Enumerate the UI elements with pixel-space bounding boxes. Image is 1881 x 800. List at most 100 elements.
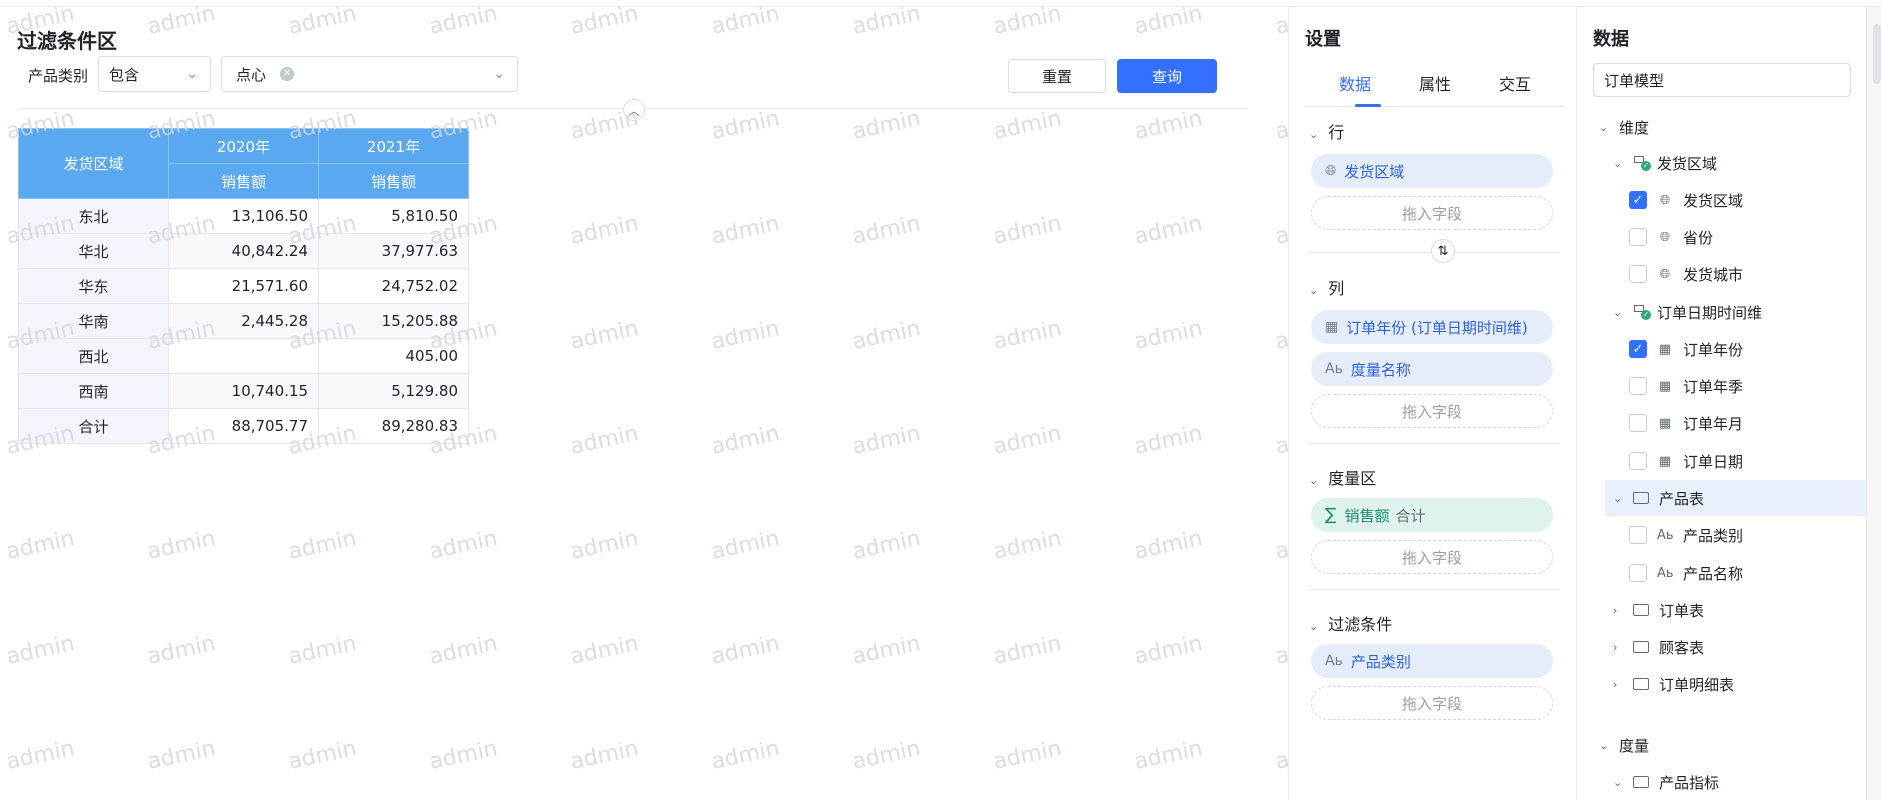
folder-icon [1633, 641, 1649, 653]
field-pill-column[interactable]: ▦ 订单年份 (订单日期时间维) [1311, 310, 1553, 344]
tree-item-label: 订单日期时间维 [1657, 303, 1763, 322]
value-cell[interactable]: 5,129.80 [318, 373, 469, 409]
chevron-down-icon: ⌄ [493, 66, 505, 82]
drop-zone-rows[interactable]: 拖入字段 [1311, 196, 1553, 230]
value-cell[interactable]: 37,977.63 [318, 233, 469, 269]
checkbox[interactable]: ✓ [1629, 191, 1647, 209]
operator-value: 包含 [109, 65, 140, 84]
field-pill-row[interactable]: 🌐︎ 发货区域 [1311, 154, 1553, 188]
drop-zone-columns[interactable]: 拖入字段 [1311, 394, 1553, 428]
value-cell[interactable] [168, 338, 319, 374]
checkbox[interactable] [1629, 452, 1647, 470]
value-cell[interactable]: 5,810.50 [318, 198, 469, 234]
tree-item[interactable]: 🌐︎ 省份 [1577, 219, 1867, 255]
date-icon: ▦ [1658, 415, 1672, 431]
table-row: 华北 40,842.24 37,977.63 [18, 233, 469, 269]
tree-item[interactable]: ▦ 订单年月 [1577, 405, 1867, 441]
chevron-right-icon: › [1613, 603, 1618, 617]
tree-item-label: 订单年季 [1683, 377, 1744, 396]
col-header-measure[interactable]: 销售额 [318, 163, 469, 199]
row-header-cell[interactable]: 合计 [18, 408, 169, 444]
field-pill-measure[interactable]: ∑ 销售额 合计 [1311, 498, 1553, 532]
row-header-cell[interactable]: 华东 [18, 268, 169, 304]
value-cell[interactable]: 24,752.02 [318, 268, 469, 304]
row-header-cell[interactable]: 西北 [18, 338, 169, 374]
value-multiselect[interactable]: 点心 ✕ ⌄ [221, 56, 518, 92]
tree-item[interactable]: › 订单表 [1577, 592, 1867, 628]
folder-icon [1633, 604, 1649, 616]
tree-item[interactable]: ⌄ 产品表 [1605, 480, 1867, 516]
chevron-down-icon: ⌄ [1309, 474, 1319, 487]
value-cell[interactable]: 40,842.24 [168, 233, 319, 269]
tab-properties[interactable]: 属性 [1419, 71, 1451, 95]
chevron-right-icon: › [1613, 640, 1618, 654]
scrollbar[interactable] [1866, 7, 1881, 800]
section-columns[interactable]: ⌄ 列 [1309, 275, 1344, 299]
value-cell[interactable]: 88,705.77 [168, 408, 319, 444]
tree-item[interactable]: 🌐︎ 发货城市 [1577, 256, 1867, 292]
active-tab-indicator [1355, 104, 1381, 107]
model-select[interactable]: 订单模型 [1593, 63, 1851, 97]
reset-button[interactable]: 重置 [1008, 59, 1106, 93]
col-header-year[interactable]: 2021年 [318, 128, 469, 164]
tree-item-label: 订单年份 [1683, 340, 1744, 359]
field-pill-column[interactable]: Aь 度量名称 [1311, 352, 1553, 386]
tree-folder-product-metrics[interactable]: ⌄ 产品指标 [1577, 764, 1867, 800]
folder-icon [1633, 678, 1649, 690]
value-cell[interactable]: 405.00 [318, 338, 469, 374]
tree-item[interactable]: ⌄ 发货区域 [1577, 145, 1867, 181]
row-header[interactable]: 发货区域 [18, 128, 169, 199]
tree-item[interactable]: ✓ ▦ 订单年份 [1577, 331, 1867, 367]
field-pill-label: 度量名称 [1350, 360, 1411, 379]
section-measures-label: 度量区 [1328, 469, 1377, 488]
value-cell[interactable]: 89,280.83 [318, 408, 469, 444]
chevron-down-icon: ⌄ [1613, 156, 1623, 170]
value-cell[interactable]: 21,571.60 [168, 268, 319, 304]
row-header-cell[interactable]: 东北 [18, 198, 169, 234]
tree-item[interactable]: ⌄ 订单日期时间维 [1577, 294, 1867, 330]
tree-item[interactable]: Aь 产品名称 [1577, 555, 1867, 591]
tree-item[interactable]: ▦ 订单日期 [1577, 443, 1867, 479]
chevron-down-icon: ⌄ [1599, 738, 1609, 752]
value-cell[interactable]: 2,445.28 [168, 303, 319, 339]
chevron-down-icon: ⌄ [1613, 775, 1623, 789]
tree-group-dimensions[interactable]: ⌄ 维度 [1577, 109, 1867, 145]
field-pill-filter[interactable]: Aь 产品类别 [1311, 644, 1553, 678]
drop-zone-filters[interactable]: 拖入字段 [1311, 686, 1553, 720]
row-header-cell[interactable]: 西南 [18, 373, 169, 409]
checkbox[interactable] [1629, 228, 1647, 246]
tab-interaction[interactable]: 交互 [1499, 71, 1531, 95]
checkbox[interactable] [1629, 564, 1647, 582]
tree-item[interactable]: ✓ 🌐︎ 发货区域 [1577, 182, 1867, 218]
tree-item[interactable]: › 订单明细表 [1577, 666, 1867, 702]
section-divider [1309, 589, 1559, 590]
tree-item-label: 产品名称 [1683, 564, 1744, 583]
section-rows[interactable]: ⌄ 行 [1309, 119, 1344, 143]
tree-item[interactable]: › 顾客表 [1577, 629, 1867, 665]
query-button[interactable]: 查询 [1117, 59, 1217, 93]
drop-zone-measures[interactable]: 拖入字段 [1311, 540, 1553, 574]
row-header-cell[interactable]: 华北 [18, 233, 169, 269]
collapse-icon[interactable]: ︿ [623, 99, 645, 121]
row-header-cell[interactable]: 华南 [18, 303, 169, 339]
operator-select[interactable]: 包含 ⌄ [98, 56, 211, 92]
checkbox[interactable] [1629, 414, 1647, 432]
scrollbar-thumb[interactable] [1873, 24, 1881, 84]
tab-data[interactable]: 数据 [1339, 71, 1371, 95]
value-cell[interactable]: 15,205.88 [318, 303, 469, 339]
section-filters[interactable]: ⌄ 过滤条件 [1309, 611, 1392, 635]
clear-tag-icon[interactable]: ✕ [280, 67, 295, 81]
tree-item[interactable]: ▦ 订单年季 [1577, 368, 1867, 404]
col-header-measure[interactable]: 销售额 [168, 163, 319, 199]
swap-rows-columns-icon[interactable]: ⇅ [1431, 239, 1455, 263]
checkbox[interactable] [1629, 265, 1647, 283]
col-header-year[interactable]: 2020年 [168, 128, 319, 164]
tree-item[interactable]: Aь 产品类别 [1577, 517, 1867, 553]
checkbox[interactable]: ✓ [1629, 340, 1647, 358]
checkbox[interactable] [1629, 377, 1647, 395]
value-cell[interactable]: 13,106.50 [168, 198, 319, 234]
section-measures[interactable]: ⌄ 度量区 [1309, 465, 1376, 489]
value-cell[interactable]: 10,740.15 [168, 373, 319, 409]
checkbox[interactable] [1629, 526, 1647, 544]
tree-group-measures[interactable]: ⌄ 度量 [1577, 727, 1867, 763]
